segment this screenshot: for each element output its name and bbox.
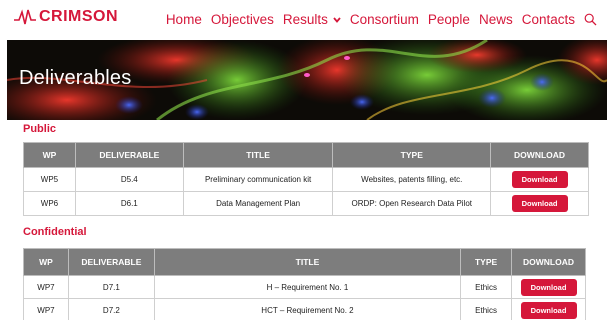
col-title: TITLE (153, 248, 462, 276)
col-download: DOWNLOAD (490, 142, 589, 168)
col-deliverable: DELIVERABLE (74, 142, 184, 168)
cell-type: Ethics (460, 275, 513, 299)
table-row: WP7 D7.2 HCT – Requirement No. 2 Ethics … (23, 298, 586, 320)
nav-people[interactable]: People (428, 12, 470, 27)
cell-download: Download (511, 298, 586, 320)
col-download: DOWNLOAD (511, 248, 586, 276)
nav-results-label: Results (282, 12, 328, 27)
cell-type: Websites, patents filling, etc. (332, 167, 492, 192)
nav-home[interactable]: Home (166, 12, 202, 27)
site-header: CRIMSON Home Objectives Results Consorti… (0, 0, 607, 42)
col-type: TYPE (460, 248, 513, 276)
cell-title: Preliminary communication kit (182, 167, 334, 192)
cell-title: H – Requirement No. 1 (153, 275, 462, 299)
nav-objectives[interactable]: Objectives (211, 12, 274, 27)
search-icon[interactable] (584, 13, 597, 26)
cell-type: ORDP: Open Research Data Pilot (332, 191, 492, 216)
cell-title: HCT – Requirement No. 2 (153, 298, 462, 320)
col-wp: WP (23, 142, 76, 168)
main-nav: Home Objectives Results Consortium Peopl… (157, 12, 597, 27)
site-logo[interactable]: CRIMSON (14, 8, 118, 26)
confidential-deliverables-table: WP DELIVERABLE TITLE TYPE DOWNLOAD WP7 D… (23, 248, 586, 320)
nav-consortium[interactable]: Consortium (350, 12, 419, 27)
download-button[interactable]: Download (520, 278, 577, 296)
page-title: Deliverables (19, 67, 132, 89)
nav-results[interactable]: Results (283, 12, 341, 27)
chevron-down-icon (333, 16, 341, 23)
public-deliverables-table: WP DELIVERABLE TITLE TYPE DOWNLOAD WP5 D… (23, 142, 589, 216)
table-row: WP6 D6.1 Data Management Plan ORDP: Open… (23, 191, 589, 216)
cell-deliverable: D7.1 (67, 275, 155, 299)
cell-wp: WP5 (23, 167, 76, 192)
col-type: TYPE (332, 142, 492, 168)
cell-deliverable: D7.2 (67, 298, 155, 320)
col-wp: WP (23, 248, 69, 276)
table-header-row: WP DELIVERABLE TITLE TYPE DOWNLOAD (23, 142, 589, 168)
cell-deliverable: D5.4 (74, 167, 184, 192)
public-heading: Public (23, 123, 57, 135)
col-title: TITLE (182, 142, 334, 168)
col-deliverable: DELIVERABLE (67, 248, 155, 276)
cell-download: Download (490, 191, 589, 216)
cell-deliverable: D6.1 (74, 191, 184, 216)
download-button[interactable]: Download (511, 195, 568, 212)
download-button[interactable]: Download (520, 301, 577, 319)
page-banner: Deliverables (7, 40, 607, 120)
nav-news[interactable]: News (479, 12, 513, 27)
download-button[interactable]: Download (511, 171, 568, 188)
cell-download: Download (511, 275, 586, 299)
cell-type: Ethics (460, 298, 513, 320)
brand-name: CRIMSON (39, 8, 119, 25)
cell-wp: WP7 (23, 298, 69, 320)
heartbeat-logo-icon (14, 9, 36, 25)
table-row: WP5 D5.4 Preliminary communication kit W… (23, 167, 589, 192)
table-header-row: WP DELIVERABLE TITLE TYPE DOWNLOAD (23, 248, 586, 276)
cell-download: Download (490, 167, 589, 192)
cell-title: Data Management Plan (182, 191, 334, 216)
table-row: WP7 D7.1 H – Requirement No. 1 Ethics Do… (23, 275, 586, 299)
nav-contacts[interactable]: Contacts (522, 12, 575, 27)
cell-wp: WP6 (23, 191, 76, 216)
confidential-heading: Confidential (23, 226, 87, 238)
cell-wp: WP7 (23, 275, 69, 299)
